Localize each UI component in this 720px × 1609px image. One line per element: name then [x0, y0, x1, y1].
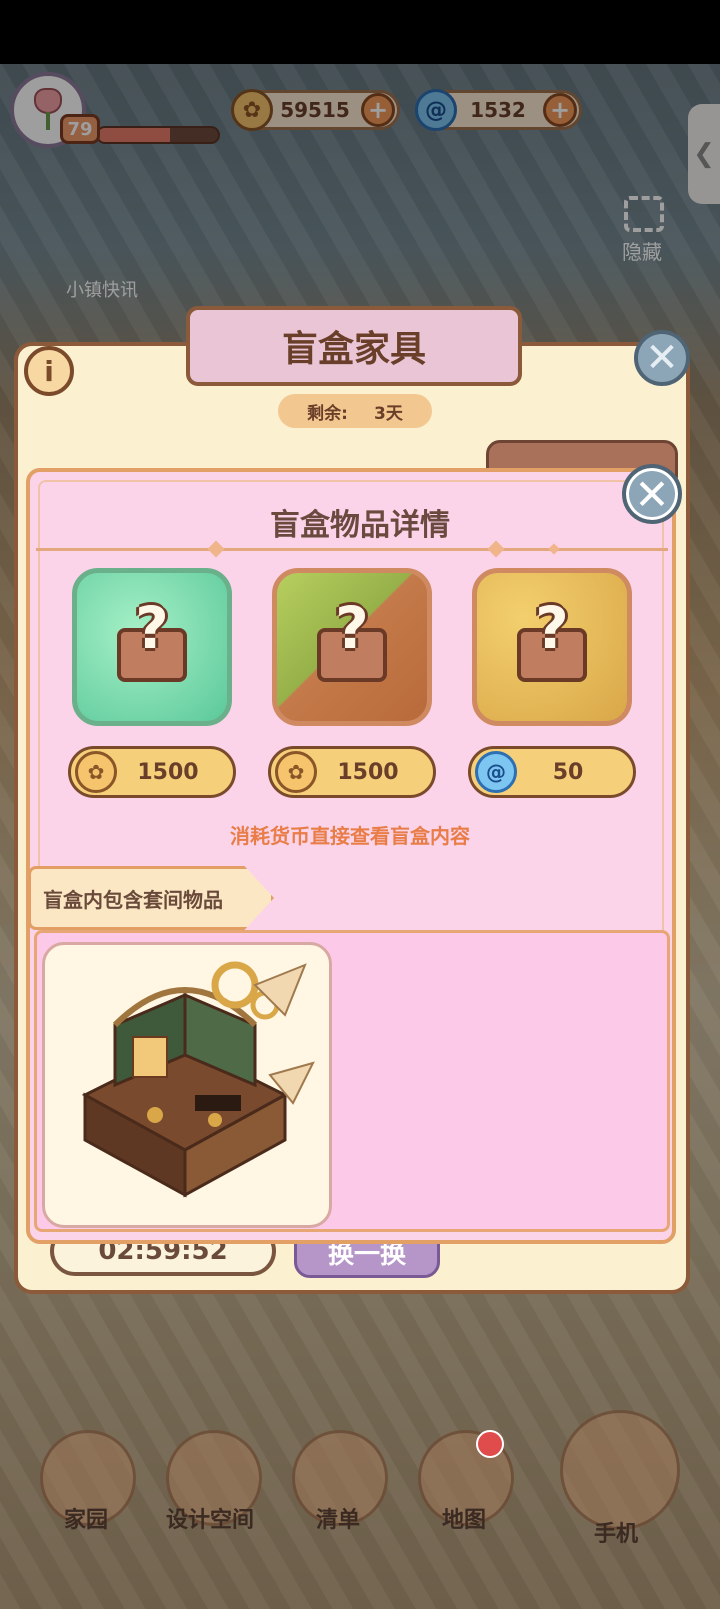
notification-dot: [476, 1430, 504, 1458]
nav-list-label: 清单: [316, 1508, 361, 1533]
mystery-box-tile-gear[interactable]: ?: [472, 568, 632, 726]
reveal-price-button[interactable]: @ 50: [468, 746, 636, 798]
nav-map-label: 地图: [442, 1508, 487, 1533]
coin-icon: ✿: [75, 751, 117, 793]
panel-title-plate: 盲盒家具: [186, 306, 522, 386]
swirl-gem-icon: @: [475, 751, 517, 793]
remaining-time-pill: 剩余: 3天: [278, 394, 432, 428]
popup-close-button[interactable]: ✕: [622, 464, 682, 524]
mystery-box-icon: ?: [113, 599, 191, 686]
remaining-label: 剩余:: [307, 403, 348, 424]
nav-design-label: 设计空间: [166, 1508, 255, 1533]
nav-home-label: 家园: [64, 1508, 109, 1533]
remaining-value: 3天: [373, 403, 403, 424]
title-divider: [36, 548, 668, 551]
price-value: 50: [552, 759, 584, 785]
suite-item-card[interactable]: [42, 942, 332, 1228]
reveal-price-button[interactable]: ✿ 1500: [68, 746, 236, 798]
mystery-box-icon: ?: [513, 599, 591, 686]
status-bar: [0, 0, 720, 64]
price-value: 1500: [137, 759, 199, 785]
coin-icon: ✿: [275, 751, 317, 793]
reveal-hint-text: 消耗货币直接查看盲盒内容: [230, 824, 470, 848]
popup-title: 盲盒物品详情: [270, 508, 450, 543]
nav-phone-label: 手机: [594, 1522, 639, 1547]
mystery-box-icon: ?: [313, 599, 391, 686]
panel-close-button[interactable]: ✕: [634, 330, 690, 386]
mystery-box-tile-green[interactable]: ?: [72, 568, 232, 726]
reveal-price-button[interactable]: ✿ 1500: [268, 746, 436, 798]
price-value: 1500: [337, 759, 399, 785]
panel-title: 盲盒家具: [281, 329, 426, 370]
mystery-box-tile-wood[interactable]: ?: [272, 568, 432, 726]
nav-phone-button[interactable]: [560, 1410, 680, 1530]
info-button[interactable]: i: [24, 346, 74, 396]
contained-items-ribbon: 盲盒内包含套间物品: [28, 866, 274, 930]
steampunk-room-illustration: [81, 961, 315, 1198]
